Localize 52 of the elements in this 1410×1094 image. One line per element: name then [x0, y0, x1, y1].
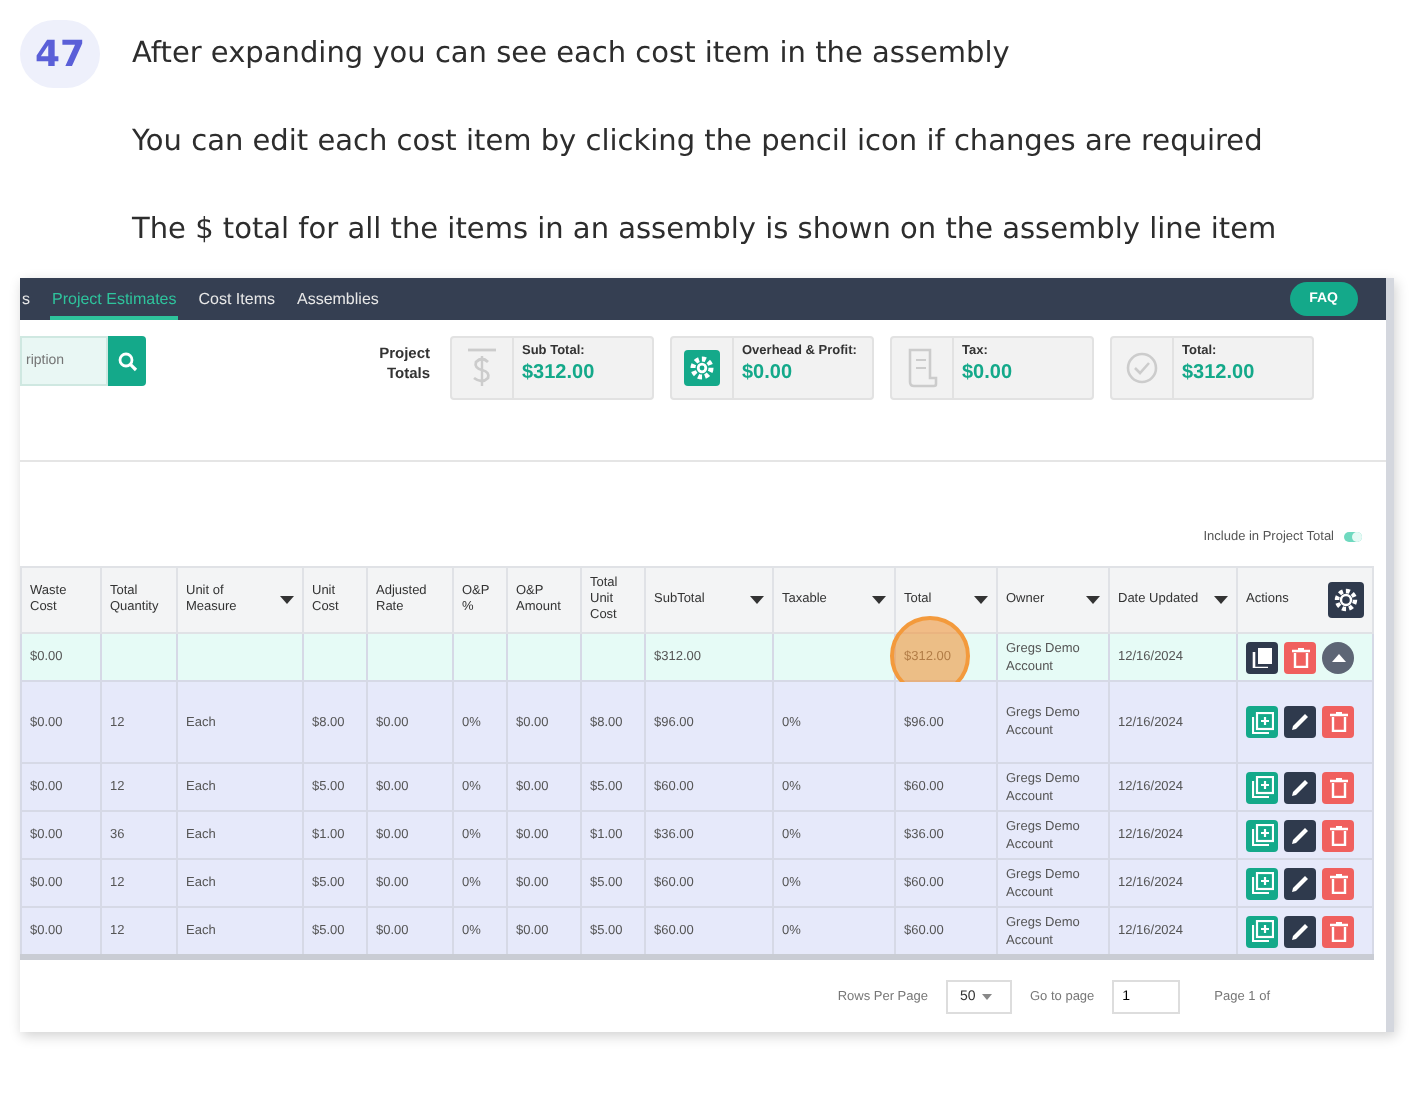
instruction-text: You can edit each cost item by clicking the pencil icon if changes are required [132, 124, 1265, 162]
edit-button[interactable] [1284, 915, 1316, 947]
pencil-icon [1290, 712, 1310, 732]
nav-tab[interactable]: Project Estimates [50, 290, 179, 320]
dollar-icon [468, 346, 496, 390]
caret-down-icon [981, 994, 992, 1000]
include-toggle[interactable] [1344, 531, 1362, 541]
trash-icon [1329, 825, 1347, 845]
pencil-icon [1290, 777, 1310, 797]
caret-up-icon [1331, 653, 1345, 661]
sort-caret-icon [280, 596, 294, 604]
nav-tab[interactable]: s [20, 290, 32, 320]
pencil-icon [1290, 921, 1310, 941]
edit-button[interactable] [1284, 771, 1316, 803]
copy-button[interactable] [1246, 641, 1278, 673]
nav-tab[interactable]: Cost Items [196, 290, 277, 320]
add-copy-icon [1251, 711, 1273, 733]
nav-tab[interactable]: Assemblies [294, 290, 381, 320]
edit-button[interactable] [1284, 867, 1316, 899]
trash-icon [1329, 873, 1347, 893]
sort-caret-icon [974, 596, 988, 604]
copy-icon [1252, 647, 1272, 667]
receipt-icon [906, 348, 938, 388]
pencil-icon [1290, 873, 1310, 893]
total-value: $312.00 [1182, 362, 1255, 384]
sort-caret-icon [1086, 596, 1100, 604]
total-value: $0.00 [742, 362, 795, 384]
search-button[interactable] [108, 336, 146, 386]
trash-icon [1329, 777, 1347, 797]
total-value: $312.00 [522, 362, 595, 384]
add-copy-icon [1251, 824, 1273, 846]
add-copy-icon [1251, 920, 1273, 942]
edit-button[interactable] [1284, 706, 1316, 738]
add-copy-icon [1251, 776, 1273, 798]
edit-button[interactable] [1284, 819, 1316, 851]
instruction-text: The $ total for all the items in an assembly is shown on the assembly line item [132, 212, 1277, 250]
add-copy-icon [1251, 872, 1273, 894]
trash-icon [1291, 647, 1309, 667]
trash-icon [1329, 921, 1347, 941]
search-icon [117, 351, 137, 371]
step-number: 47 [20, 20, 100, 88]
sort-caret-icon [872, 596, 886, 604]
check-circle-icon [1126, 352, 1158, 384]
total-value: $0.00 [962, 362, 1013, 384]
instruction-text: After expanding you can see each cost item in the assembly [132, 36, 1012, 74]
sort-caret-icon [1214, 596, 1228, 604]
settings-icon[interactable] [1328, 582, 1364, 618]
trash-icon [1329, 712, 1347, 732]
collapse-button[interactable] [1322, 641, 1354, 673]
sort-caret-icon [750, 596, 764, 604]
pencil-icon [1290, 825, 1310, 845]
gear-icon [684, 350, 720, 386]
